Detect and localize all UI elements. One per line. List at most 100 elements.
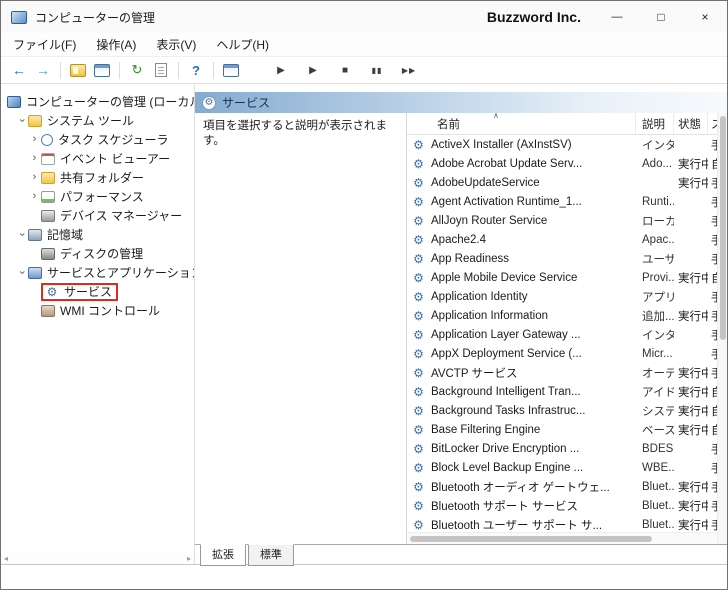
table-row[interactable]: ⚙ Application Layer Gateway ... インタ... 手 xyxy=(407,325,717,344)
table-row[interactable]: ⚙ Application Identity アプリ... 手 xyxy=(407,287,717,306)
tree-item-device-manager[interactable]: › デバイス マネージャー xyxy=(1,206,194,225)
back-button[interactable]: ← xyxy=(8,59,30,81)
close-button[interactable]: × xyxy=(683,1,727,33)
table-row[interactable]: ⚙ Background Tasks Infrastruc... システ... 実行中… xyxy=(407,401,717,420)
table-row[interactable]: ⚙ AllJoyn Router Service ローカ... 手 xyxy=(407,211,717,230)
tree-item-services[interactable]: › ⚙ サービス xyxy=(1,282,194,301)
table-row[interactable]: ⚙ Base Filtering Engine ベース... 実行中自 xyxy=(407,420,717,439)
maximize-button[interactable]: □ xyxy=(639,1,683,33)
tree-item-performance[interactable]: › パフォーマンス xyxy=(1,187,194,206)
scroll-left-icon[interactable]: ◂ xyxy=(4,554,8,563)
scrollbar-thumb[interactable] xyxy=(410,536,652,542)
service-name: AVCTP サービス xyxy=(431,367,518,380)
performance-icon xyxy=(41,190,55,203)
service-startup-type: 手 xyxy=(708,308,717,324)
properties-window-icon xyxy=(94,63,110,77)
menu-help[interactable]: ヘルプ(H) xyxy=(206,34,279,55)
service-description: WBE... xyxy=(642,461,674,474)
service-gear-icon: ⚙ xyxy=(413,138,424,151)
chevron-down-icon[interactable]: › xyxy=(16,228,28,241)
tree-item-task-scheduler[interactable]: › タスク スケジューラ xyxy=(1,130,194,149)
scroll-right-icon[interactable]: ▸ xyxy=(187,554,191,563)
show-console-tree-button[interactable] xyxy=(67,59,89,81)
services-rows: ⚙ ActiveX Installer (AxInstSV) インタ... 手 ⚙ Ado… xyxy=(407,135,717,532)
menu-view[interactable]: 表示(V) xyxy=(146,34,206,55)
table-row[interactable]: ⚙ Apple Mobile Device Service Provi... 実行中自 xyxy=(407,268,717,287)
computer-icon xyxy=(7,95,21,108)
horizontal-scrollbar[interactable] xyxy=(407,532,717,544)
chevron-right-icon[interactable]: › xyxy=(28,153,41,164)
table-row[interactable]: ⚙ App Readiness ユーザ... 手 xyxy=(407,249,717,268)
chevron-down-icon[interactable]: › xyxy=(16,266,28,279)
help-button[interactable]: ? xyxy=(185,59,207,81)
table-row[interactable]: ⚙ AVCTP サービス オーデ... 実行中手 xyxy=(407,363,717,382)
table-row[interactable]: ⚙ Application Information 追加... 実行中手 xyxy=(407,306,717,325)
table-row[interactable]: ⚙ Background Intelligent Tran... アイド... 実行中… xyxy=(407,382,717,401)
service-status: 実行中 xyxy=(678,424,708,437)
vertical-scrollbar[interactable] xyxy=(717,113,727,544)
service-description: アイド... xyxy=(642,386,674,399)
service-name-cell: ⚙ Background Intelligent Tran... xyxy=(407,386,636,398)
column-header-status[interactable]: 状態 xyxy=(674,113,708,134)
service-gear-icon: ⚙ xyxy=(413,252,424,265)
tree-item-services-and-applications[interactable]: › サービスとアプリケーション xyxy=(1,263,194,282)
column-header-name[interactable]: ∧ 名前 xyxy=(407,113,636,134)
menu-file[interactable]: ファイル(F) xyxy=(3,34,86,55)
service-description: ユーザ... xyxy=(642,253,674,266)
tab-standard[interactable]: 標準 xyxy=(248,544,294,566)
table-row[interactable]: ⚙ AppX Deployment Service (... Micr... 手 xyxy=(407,344,717,363)
properties-button[interactable] xyxy=(91,59,113,81)
tree-item-computer-management[interactable]: コンピューターの管理 (ローカル) xyxy=(1,92,194,111)
service-gear-icon: ⚙ xyxy=(413,385,424,398)
table-row[interactable]: ⚙ Bluetooth ユーザー サポート サ... Bluet... 実行中手 xyxy=(407,515,717,532)
resume-service-button[interactable]: ▶ xyxy=(302,59,324,81)
service-startup-type: 手 xyxy=(708,365,717,381)
extended-pane-button[interactable] xyxy=(220,59,242,81)
scrollbar-thumb[interactable] xyxy=(720,116,726,341)
export-list-button[interactable] xyxy=(150,59,172,81)
tree-item-disk-management[interactable]: › ディスクの管理 xyxy=(1,244,194,263)
menu-action[interactable]: 操作(A) xyxy=(86,34,146,55)
service-gear-icon: ⚙ xyxy=(413,176,424,189)
service-name-cell: ⚙ App Readiness xyxy=(407,253,636,265)
tree-item-event-viewer[interactable]: › イベント ビューアー xyxy=(1,149,194,168)
tree-item-label: サービスとアプリケーション xyxy=(47,266,194,280)
start-service-button[interactable]: ▶ xyxy=(270,59,292,81)
chevron-right-icon[interactable]: › xyxy=(28,134,41,145)
service-status: 実行中 xyxy=(678,481,708,494)
table-row[interactable]: ⚙ BitLocker Drive Encryption ... BDES... 手 xyxy=(407,439,717,458)
chevron-down-icon[interactable]: › xyxy=(16,114,28,127)
tab-extended[interactable]: 拡張 xyxy=(200,544,246,566)
service-description: Bluet... xyxy=(642,480,674,493)
column-header-startup-type[interactable]: ス xyxy=(708,113,717,134)
table-row[interactable]: ⚙ Bluetooth サポート サービス Bluet... 実行中手 xyxy=(407,496,717,515)
table-row[interactable]: ⚙ Bluetooth オーディオ ゲートウェ... Bluet... 実行中手 xyxy=(407,477,717,496)
services-gear-icon: ⚙ xyxy=(46,284,58,299)
table-row[interactable]: ⚙ Apache2.4 Apac... 手 xyxy=(407,230,717,249)
column-header-description[interactable]: 説明 xyxy=(636,113,674,134)
service-startup-type: 手 xyxy=(708,327,717,343)
minimize-button[interactable]: — xyxy=(595,1,639,33)
table-row[interactable]: ⚙ AdobeUpdateService 実行中手 xyxy=(407,173,717,192)
chevron-right-icon[interactable]: › xyxy=(28,172,41,183)
pause-service-button[interactable]: ▮▮ xyxy=(366,59,388,81)
tree-item-system-tools[interactable]: › システム ツール xyxy=(1,111,194,130)
tree-item-wmi-control[interactable]: › WMI コントロール xyxy=(1,301,194,320)
refresh-button[interactable]: ↻ xyxy=(126,59,148,81)
table-row[interactable]: ⚙ Agent Activation Runtime_1... Runti... 手 xyxy=(407,192,717,211)
view-tabs: 拡張 標準 xyxy=(195,544,727,566)
chevron-right-icon[interactable]: › xyxy=(28,191,41,202)
column-label: 名前 xyxy=(437,118,460,131)
tree-item-shared-folders[interactable]: › 共有フォルダー xyxy=(1,168,194,187)
tree-item-storage[interactable]: › 記憶域 xyxy=(1,225,194,244)
service-name-cell: ⚙ Agent Activation Runtime_1... xyxy=(407,196,636,208)
table-row[interactable]: ⚙ ActiveX Installer (AxInstSV) インタ... 手 xyxy=(407,135,717,154)
tree-item-label: タスク スケジューラ xyxy=(58,133,169,147)
stop-service-button[interactable]: ■ xyxy=(334,59,356,81)
tree-horizontal-scrollbar[interactable]: ◂ ▸ xyxy=(1,552,194,564)
table-row[interactable]: ⚙ Block Level Backup Engine ... WBE... 手 xyxy=(407,458,717,477)
restart-service-button[interactable]: ▶▶ xyxy=(398,59,420,81)
forward-button[interactable]: → xyxy=(32,59,54,81)
service-startup-type: 自 xyxy=(708,156,717,172)
table-row[interactable]: ⚙ Adobe Acrobat Update Serv... Ado... 実行中自 xyxy=(407,154,717,173)
